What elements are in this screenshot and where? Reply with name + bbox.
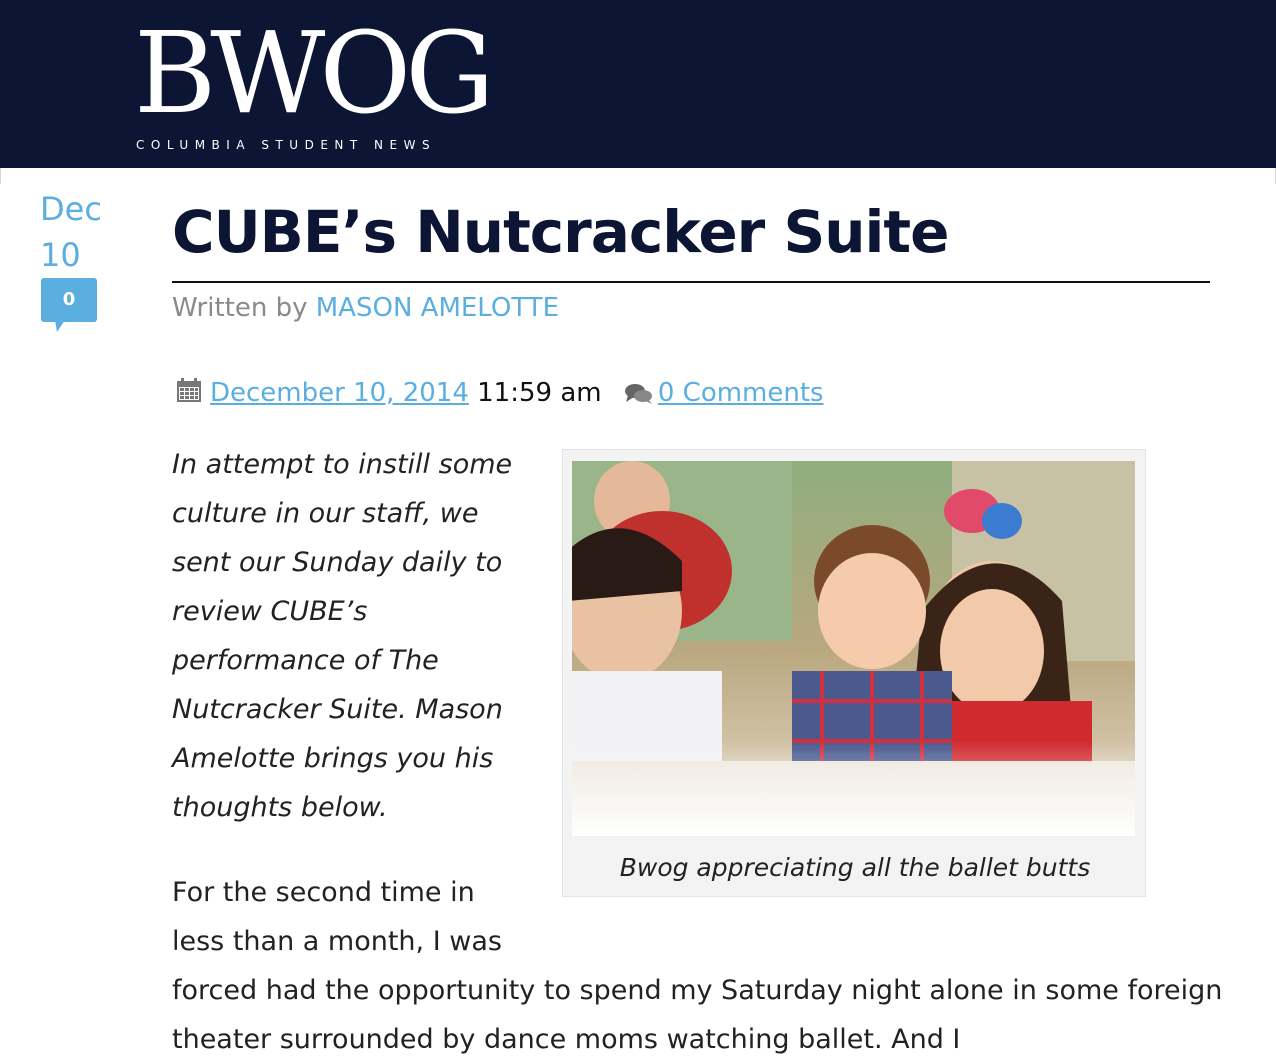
article-title: CUBE’s Nutcracker Suite (172, 198, 949, 266)
post-date-day: 10 (40, 236, 81, 274)
comment-count-badge[interactable]: 0 (41, 278, 97, 332)
article-body-paragraph-continued: forced had the opportunity to spend my S… (172, 975, 1223, 1055)
site-header: BWOG COLUMBIA STUDENT NEWS (0, 0, 1276, 168)
article-figure: Bwog appreciating all the ballet butts (562, 449, 1146, 897)
article-photo (572, 461, 1135, 836)
page-border-left (0, 168, 1, 184)
title-divider (172, 281, 1210, 283)
logo-wordmark: BWOG (134, 9, 495, 139)
speech-bubble-tail-icon (55, 320, 65, 332)
post-time: 11:59 am (477, 378, 602, 408)
byline-prefix: Written by (172, 293, 308, 323)
calendar-icon (176, 376, 202, 414)
figure-caption: Bwog appreciating all the ballet butts (619, 853, 1091, 882)
comments-link[interactable]: 0 Comments (658, 378, 824, 408)
post-date-link[interactable]: December 10, 2014 (210, 378, 469, 408)
post-date-badge: Dec 10 (40, 186, 110, 278)
byline: Written by MASON AMELOTTE (172, 290, 559, 326)
post-meta: December 10, 2014 11:59 am 0 Comments (176, 374, 824, 416)
site-logo[interactable]: BWOG COLUMBIA STUDENT NEWS (134, 18, 495, 158)
chat-bubbles-icon (624, 378, 654, 416)
comment-count: 0 (62, 289, 76, 310)
article-body-paragraph: For the second time in less than a month… (172, 877, 502, 957)
logo-tagline: COLUMBIA STUDENT NEWS (136, 138, 437, 152)
author-link[interactable]: MASON AMELOTTE (316, 293, 559, 323)
post-date-month: Dec (40, 190, 102, 228)
article-intro: In attempt to instill some culture in ou… (172, 449, 513, 823)
